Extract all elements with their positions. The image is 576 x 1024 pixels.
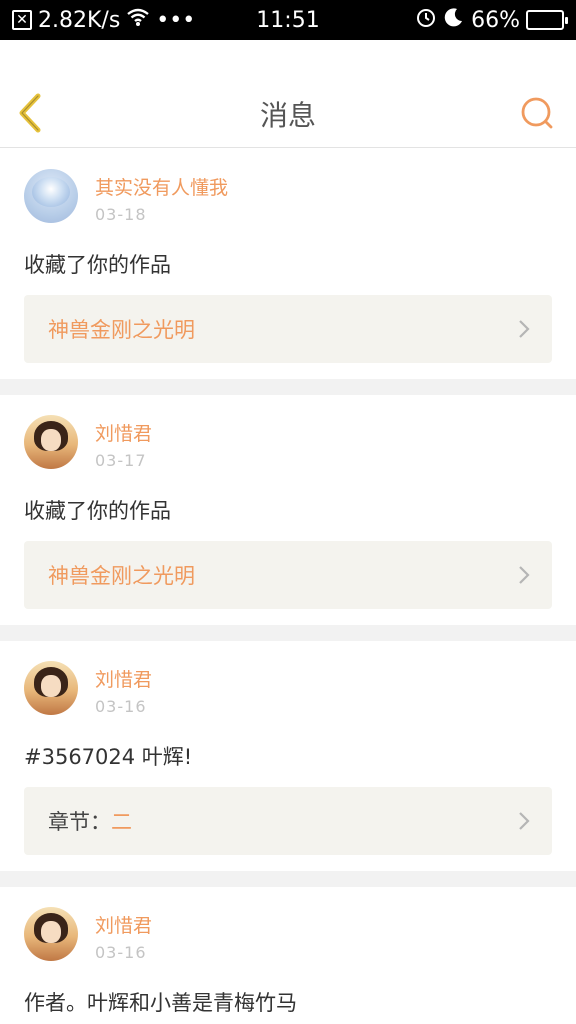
moon-icon bbox=[443, 6, 465, 34]
work-reference[interactable]: 神兽金刚之光明 bbox=[24, 295, 552, 363]
status-bar: ✕ 2.82K/s ••• 11:51 66% bbox=[0, 0, 576, 40]
user-name[interactable]: 其实没有人懂我 bbox=[95, 173, 228, 200]
page-title: 消息 bbox=[259, 99, 316, 132]
status-right: 66% bbox=[415, 6, 568, 34]
user-name[interactable]: 刘惜君 bbox=[95, 911, 152, 938]
message-card[interactable]: 其实没有人懂我 03-18 收藏了你的作品 神兽金刚之光明 bbox=[0, 149, 576, 379]
chevron-right-icon bbox=[519, 320, 530, 338]
search-icon[interactable] bbox=[520, 96, 554, 130]
message-list: 其实没有人懂我 03-18 收藏了你的作品 神兽金刚之光明 刘惜君 03-17 … bbox=[0, 149, 576, 1024]
message-card[interactable]: 刘惜君 03-16 作者。叶辉和小善是青梅竹马 bbox=[0, 887, 576, 1024]
wifi-icon bbox=[126, 7, 150, 33]
network-speed: 2.82K/s bbox=[38, 7, 121, 33]
status-left: ✕ 2.82K/s ••• bbox=[12, 7, 195, 33]
message-card[interactable]: 刘惜君 03-16 #3567024 叶辉! 章节： 二 bbox=[0, 641, 576, 871]
work-title: 神兽金刚之光明 bbox=[48, 318, 195, 342]
divider bbox=[0, 379, 576, 395]
divider bbox=[0, 625, 576, 641]
message-text: 收藏了你的作品 bbox=[24, 499, 171, 523]
work-title: 神兽金刚之光明 bbox=[48, 564, 195, 588]
nav-bar: 消息 bbox=[0, 40, 576, 148]
message-text: 收藏了你的作品 bbox=[24, 253, 171, 277]
chapter-label: 章节： bbox=[48, 810, 111, 834]
avatar[interactable] bbox=[24, 907, 78, 961]
message-date: 03-18 bbox=[95, 205, 147, 224]
x-box-icon: ✕ bbox=[12, 10, 32, 30]
avatar[interactable] bbox=[24, 661, 78, 715]
chevron-right-icon bbox=[519, 812, 530, 830]
message-date: 03-16 bbox=[95, 697, 147, 716]
chevron-right-icon bbox=[519, 566, 530, 584]
alarm-icon bbox=[415, 6, 437, 34]
divider bbox=[0, 871, 576, 887]
more-dots-icon: ••• bbox=[156, 7, 196, 33]
user-name[interactable]: 刘惜君 bbox=[95, 419, 152, 446]
avatar[interactable] bbox=[24, 169, 78, 223]
battery-icon bbox=[526, 10, 568, 30]
user-name[interactable]: 刘惜君 bbox=[95, 665, 152, 692]
message-text: 作者。叶辉和小善是青梅竹马 bbox=[24, 991, 297, 1015]
chapter-title: 二 bbox=[111, 810, 132, 834]
avatar[interactable] bbox=[24, 415, 78, 469]
message-date: 03-17 bbox=[95, 451, 147, 470]
message-card[interactable]: 刘惜君 03-17 收藏了你的作品 神兽金刚之光明 bbox=[0, 395, 576, 625]
work-reference[interactable]: 神兽金刚之光明 bbox=[24, 541, 552, 609]
battery-percent: 66% bbox=[471, 7, 520, 33]
message-text: #3567024 叶辉! bbox=[24, 745, 193, 769]
message-date: 03-16 bbox=[95, 943, 147, 962]
chapter-reference[interactable]: 章节： 二 bbox=[24, 787, 552, 855]
